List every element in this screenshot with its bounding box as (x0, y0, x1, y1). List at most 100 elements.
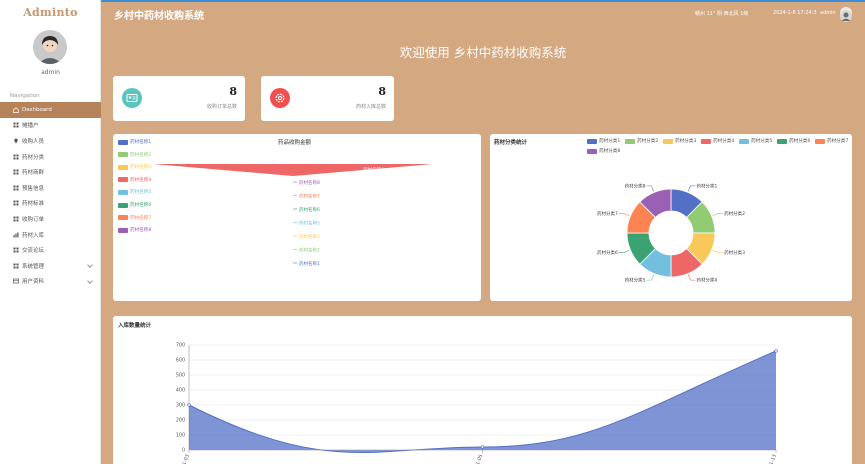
stat-label-storage: 药材入库总数 (355, 104, 386, 110)
sidebar-item-label: 收购订单 (22, 216, 45, 223)
grid-icon (13, 263, 19, 269)
stat-card-storage[interactable]: 8 药材入库总数 (261, 76, 394, 121)
pin-icon (13, 138, 19, 144)
pie-label-line (687, 185, 696, 192)
y-tick-label: 400 (176, 388, 185, 394)
sidebar-item-6[interactable]: 药材标准 (0, 196, 101, 212)
current-time: 2024-1-8 17:24:3 (773, 10, 817, 16)
sidebar-item-5[interactable]: 预售信息 (0, 180, 101, 196)
funnel-label: 药材名称1 (299, 260, 320, 267)
grid-icon (13, 216, 19, 222)
sidebar-nav: Dashboard 摊播户收购人员药材分类药材商群预售信息药材标准收购订单药材入库… (0, 102, 101, 289)
y-tick-label: 500 (176, 373, 185, 379)
sidebar-item-11[interactable]: 用户资料 (0, 274, 101, 290)
y-tick-label: 700 (176, 343, 185, 349)
bar-icon (13, 232, 19, 238)
nav-section-label: Navigation (10, 93, 40, 99)
pie-chart: 药材分类1 药材分类2 药材分类3 药材分类4 药材分类5 药材分类6 药材分类7 药材分类8 (597, 182, 745, 284)
header-username[interactable]: admin (820, 10, 836, 16)
y-tick-label: 200 (176, 418, 185, 424)
sidebar-item-label: 交流论坛 (22, 248, 45, 255)
y-tick-label: 0 (182, 448, 185, 454)
sidebar-item-label: 收购人员 (22, 138, 45, 145)
funnel-chart: 药材名称4 药材名称8 药材名称7 药材名称6 药材名称5 药材名称3 药材名称2 药材名称1 (153, 164, 433, 267)
funnel-label: 药材名称3 (299, 233, 320, 240)
stat-label-orders: 收购订单总数 (206, 104, 237, 110)
sidebar-username: admin (41, 69, 60, 76)
stat-card-orders[interactable]: 8 收购订单总数 (113, 76, 245, 121)
sidebar-item-3[interactable]: 药材分类 (0, 149, 101, 165)
pie-label: 药材分类6 (597, 249, 618, 256)
sidebar-item-2[interactable]: 收购人员 (0, 133, 101, 149)
sidebar-item-0[interactable]: Dashboard (0, 102, 101, 118)
grid-icon (13, 247, 19, 253)
welcome-heading: 欢迎使用 乡村中药材收购系统 (399, 45, 567, 60)
x-tick-label: 2024-01-05 (469, 454, 484, 464)
stat-value-storage: 8 (378, 85, 386, 98)
pie-chart-panel: 药材分类统计 药材分类1 药材分类2 药材分类3 药材分类4 药材分类5 药材分类6 药材分… (490, 134, 852, 301)
chevron-down-icon[interactable] (87, 262, 93, 268)
grid-icon (13, 122, 19, 128)
avatar-icon (33, 30, 67, 64)
sidebar-item-4[interactable]: 药材商群 (0, 164, 101, 180)
id-card-icon (122, 88, 142, 108)
sidebar-item-8[interactable]: 药材入库 (0, 227, 101, 243)
pie-label-line (618, 213, 630, 217)
sidebar-item-label: 药材商群 (22, 170, 45, 177)
funnel-chart-panel: 药品收购金额 药材名称1 药材名称2 药材名称3 药材名称4 药材名称5 药材名称6 药材名… (113, 134, 481, 301)
pie-label-line (646, 185, 655, 192)
pie-label-line (618, 249, 630, 253)
data-point (774, 349, 778, 353)
funnel-label: 药材名称5 (299, 220, 320, 227)
sidebar-item-label: 预售信息 (22, 185, 45, 192)
top-header: 乡村中药材收购系统 赣州 11° 阴 西北风 1级 2024-1-8 17:24… (101, 2, 865, 26)
pie-label-line (687, 274, 696, 281)
pie-label-line (712, 213, 724, 217)
sidebar-item-1[interactable]: 摊播户 (0, 118, 101, 134)
sidebar: Adminto admin Navigation Dashboard 摊播户收购人… (0, 0, 101, 464)
logo[interactable]: Adminto (0, 6, 101, 19)
pie-label-line (646, 274, 655, 281)
sidebar-item-label: 摊播户 (22, 123, 39, 130)
avatar[interactable] (33, 30, 67, 64)
pie-label: 药材分类3 (724, 249, 745, 256)
grid-icon (13, 185, 19, 191)
sidebar-item-label: Dashboard (22, 106, 52, 113)
grid-icon (13, 200, 19, 206)
sidebar-item-7[interactable]: 收购订单 (0, 211, 101, 227)
y-tick-label: 100 (176, 433, 185, 439)
pie-label: 药材分类4 (697, 277, 718, 284)
pie-label-line (712, 249, 724, 253)
area-fill (189, 351, 776, 453)
stat-value-orders: 8 (229, 85, 237, 98)
y-tick-label: 300 (176, 403, 185, 409)
sidebar-item-10[interactable]: 系统管理 (0, 258, 101, 274)
pie-label: 药材分类2 (724, 210, 745, 217)
sidebar-item-label: 药材分类 (22, 154, 45, 161)
home-icon (13, 106, 19, 113)
sidebar-item-label: 药材入库 (22, 232, 45, 239)
x-tick-label: 2024-01-13 (763, 454, 778, 464)
gear-icon (270, 88, 290, 108)
funnel-segment (153, 164, 433, 176)
funnel-label: 药材名称8 (299, 179, 320, 186)
sidebar-item-9[interactable]: 交流论坛 (0, 242, 101, 258)
area-chart-panel: 入库数量统计 01002003004005006007002024-01-032… (113, 316, 852, 464)
pie-label: 药材分类5 (625, 277, 646, 284)
data-point (480, 445, 485, 449)
data-point (187, 403, 191, 407)
sidebar-item-label: 系统管理 (22, 263, 45, 270)
funnel-label: 药材名称7 (299, 193, 320, 200)
pie-label: 药材分类8 (625, 182, 646, 189)
grid-icon (13, 154, 19, 160)
header-avatar-icon[interactable] (840, 7, 852, 22)
app-root: Adminto admin Navigation Dashboard 摊播户收购人… (0, 0, 865, 464)
pie-label: 药材分类1 (697, 182, 718, 189)
card-icon (13, 278, 19, 284)
weather-info: 赣州 11° 阴 西北风 1级 (695, 11, 749, 17)
app-title: 乡村中药材收购系统 (114, 11, 204, 22)
sidebar-item-label: 用户资料 (22, 279, 45, 286)
chevron-down-icon[interactable] (87, 277, 93, 284)
funnel-inner-label: 药材名称4 (363, 166, 384, 173)
x-tick-label: 2024-01-03 (176, 454, 191, 464)
